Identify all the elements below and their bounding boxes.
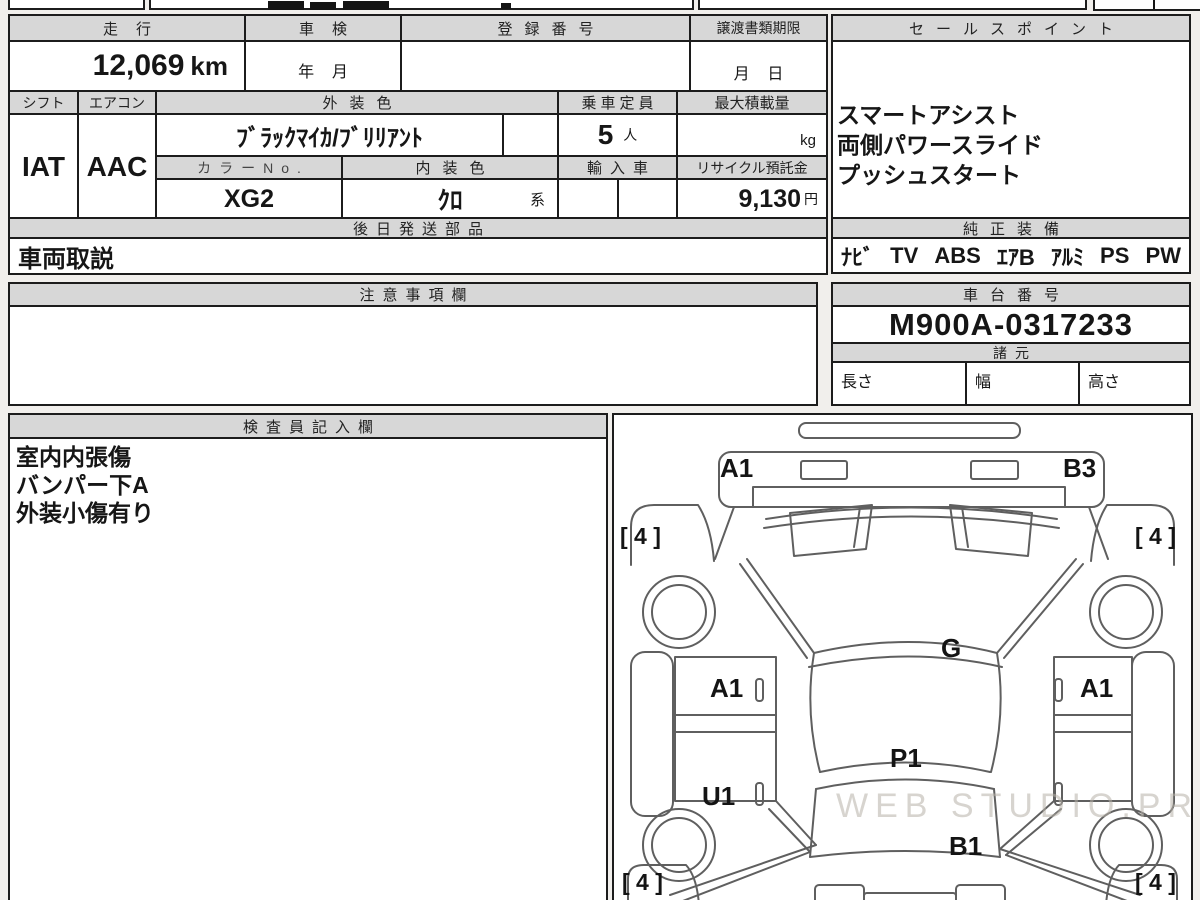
interior-color-value: ｸﾛ (437, 187, 463, 215)
sales-point-item: スマートアシスト (837, 102, 1020, 128)
max-load-unit: kg (800, 132, 816, 149)
transfer-deadline-header: 譲渡書類期限 (689, 14, 828, 42)
equipment-item: PW (1145, 242, 1181, 268)
registration-value (400, 40, 691, 92)
exterior-color-extra-cell (502, 113, 559, 157)
import-cell-b (617, 178, 678, 220)
notes-header: 注意事項欄 (8, 282, 818, 307)
shift-value: IAT (8, 113, 79, 220)
aircon-header: エアコン (77, 90, 157, 115)
glyph-fragment (343, 1, 389, 10)
specs-header: 諸元 (831, 342, 1191, 363)
tire-grade-front-left: [ 4 ] (620, 523, 661, 549)
damage-code-door-right: A1 (1080, 673, 1114, 703)
later-parts-value: 車両取説 (8, 237, 828, 275)
color-no-value: XG2 (155, 178, 343, 220)
mileage-header: 走行 (8, 14, 246, 42)
import-cell-a (557, 178, 619, 220)
equipment-item: TV (890, 242, 919, 268)
spec-height-cell: 高さ (1078, 361, 1191, 406)
damage-diagram-box: WEB STUDIO.PRO A1 B3 [ 4 ] [ 4 ] G A1 A1… (612, 413, 1193, 900)
tire-grade-rear-right: [ 4 ] (1135, 869, 1176, 895)
exterior-color-header: 外装色 (155, 90, 559, 115)
equipment-row: ﾅﾋﾞ TV ABS ｴｱB ｱﾙﾐ PS PW (831, 237, 1191, 274)
equipment-item: ｴｱB (996, 244, 1035, 270)
chassis-number-value: M900A-0317233 (831, 305, 1191, 344)
glyph-fragment (501, 3, 511, 9)
later-parts-header: 後日発送部品 (8, 217, 828, 239)
inspection-placeholder: 年 月 (244, 40, 402, 92)
sales-point-item: プッシュスタート (837, 162, 1021, 188)
recycle-deposit-header: リサイクル預託金 (676, 155, 828, 180)
equipment-item: ｱﾙﾐ (1050, 244, 1084, 270)
inspector-line: 室内内張傷 (16, 444, 131, 470)
damage-code-hood: G (941, 633, 962, 663)
aircon-value: AAC (77, 113, 157, 220)
sales-point-item: 両側パワースライド (837, 132, 1043, 158)
damage-code-rear: B1 (949, 831, 983, 861)
sales-points-header: セールスポイント (831, 14, 1191, 42)
damage-code-front-right: B3 (1063, 453, 1097, 483)
damage-code-door-left: A1 (710, 673, 744, 703)
cutoff-cell-1 (8, 0, 145, 10)
glyph-fragment (268, 1, 304, 10)
inspector-header: 検査員記入欄 (8, 413, 608, 439)
equipment-item: PS (1100, 242, 1130, 268)
shift-header: シフト (8, 90, 79, 115)
inspector-line: バンパー下A (16, 472, 149, 498)
cutoff-cell-2 (149, 0, 694, 10)
cutoff-cell-4 (1093, 0, 1200, 11)
cutoff-cell-3 (698, 0, 1087, 10)
equipment-item: ﾅﾋﾞ (841, 244, 875, 270)
max-load-header: 最大積載量 (676, 90, 828, 115)
spec-length-cell: 長さ (831, 361, 967, 406)
capacity-header: 乗車定員 (557, 90, 678, 115)
import-header: 輸入車 (557, 155, 678, 180)
damage-code-roof: P1 (890, 743, 922, 773)
damage-code-front-left: A1 (720, 453, 754, 483)
notes-body (8, 305, 818, 406)
capacity-unit: 人 (623, 127, 638, 143)
mileage-unit: km (190, 50, 228, 81)
inspection-header: 車検 (244, 14, 402, 42)
color-no-header: カラーNo. (155, 155, 343, 180)
equipment-item: ABS (934, 242, 981, 268)
mileage-value: 12,069 (92, 49, 185, 82)
glyph-fragment (310, 2, 336, 10)
damage-code-rear-door-left: U1 (702, 781, 736, 811)
watermark: WEB STUDIO.PRO (836, 787, 1193, 825)
recycle-deposit-value: 9,130 (738, 184, 801, 213)
tire-grade-rear-left: [ 4 ] (622, 869, 663, 895)
car-top-view-drawing (627, 422, 1178, 900)
registration-header: 登録番号 (400, 14, 691, 42)
auction-sheet-page: 走行 車検 登録番号 譲渡書類期限 12,069 km 年 月 月 日 シフト … (0, 0, 1200, 900)
exterior-color-value: ﾌﾞﾗｯｸﾏｲｶ/ﾌﾞﾘﾘｱﾝﾄ (155, 113, 504, 157)
interior-color-header: 内装色 (341, 155, 559, 180)
chassis-number-header: 車台番号 (831, 282, 1191, 307)
interior-color-suffix: 系 (529, 191, 545, 209)
capacity-value: 5 (597, 119, 614, 150)
recycle-deposit-unit: 円 (804, 191, 818, 207)
cutoff-divider (1153, 0, 1155, 9)
tire-grade-front-right: [ 4 ] (1135, 523, 1176, 549)
equipment-header: 純正装備 (831, 217, 1191, 239)
inspector-line: 外装小傷有り (16, 500, 154, 526)
transfer-placeholder: 月 日 (689, 40, 828, 92)
spec-width-cell: 幅 (965, 361, 1080, 406)
